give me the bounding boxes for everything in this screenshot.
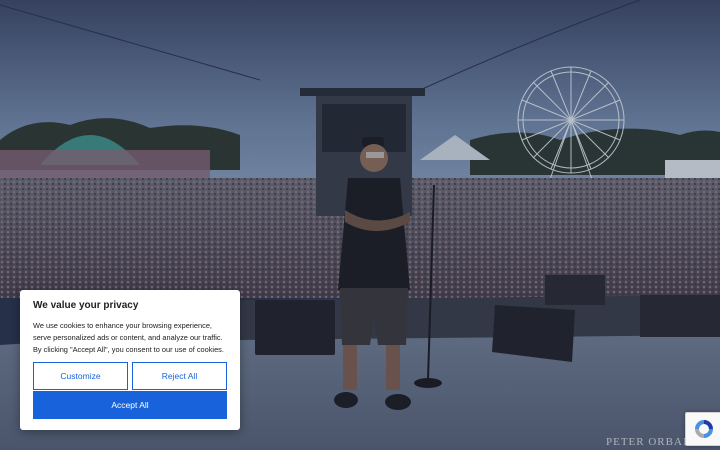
photographer-watermark: PETER ORBAN: [606, 436, 692, 448]
recaptcha-badge[interactable]: [685, 412, 720, 446]
cookie-body-text: We use cookies to enhance your browsing …: [33, 321, 224, 354]
customize-button[interactable]: Customize: [33, 362, 128, 390]
cookie-button-row: Customize Reject All: [33, 362, 227, 390]
reject-all-button[interactable]: Reject All: [132, 362, 227, 390]
cookie-title: We value your privacy: [33, 300, 139, 311]
cookie-consent-dialog: We value your privacy We use cookies to …: [20, 290, 240, 430]
recaptcha-icon: [694, 420, 713, 438]
accept-all-button[interactable]: Accept All: [33, 391, 227, 419]
